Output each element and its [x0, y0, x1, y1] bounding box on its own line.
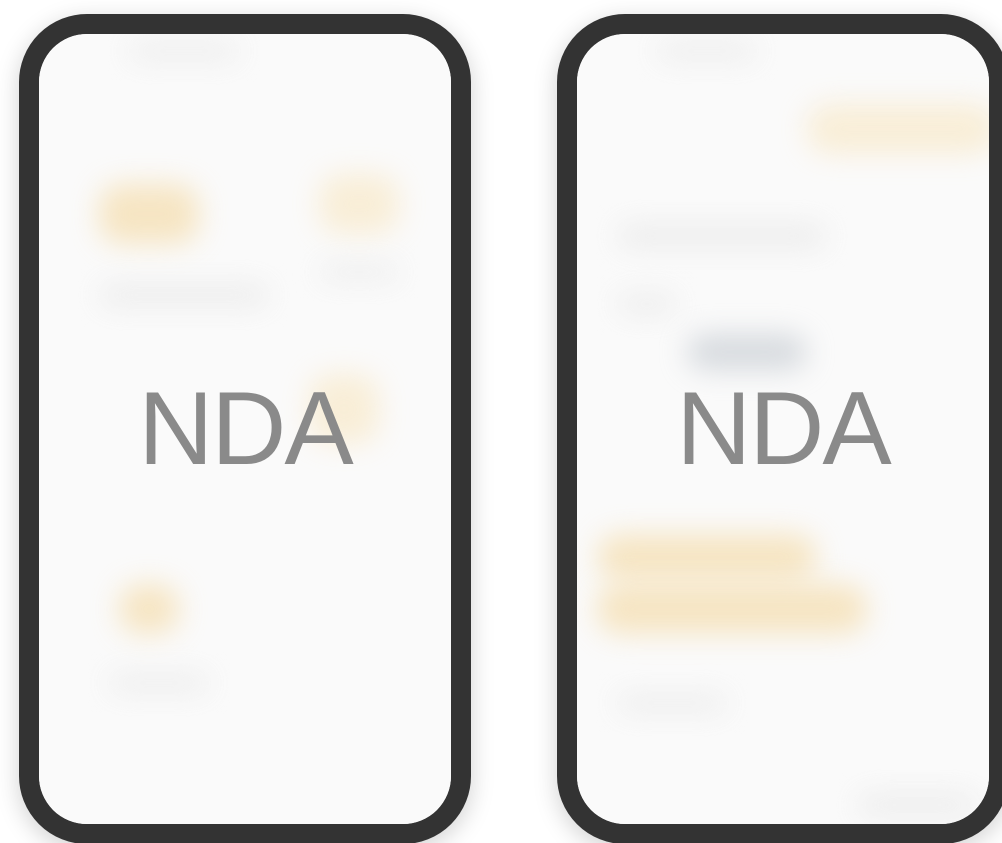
- blurred-text-line: [617, 224, 827, 248]
- blurred-banner: [807, 104, 989, 154]
- blurred-card: [99, 184, 199, 244]
- blurred-app-screen: NDA: [39, 34, 451, 824]
- nda-overlay-text: NDA: [138, 371, 354, 487]
- phone-mockup-right: NDA: [557, 14, 1002, 843]
- blurred-card: [319, 174, 399, 234]
- blurred-card: [119, 584, 179, 634]
- blurred-text-line: [617, 694, 727, 712]
- blurred-text-line: [617, 294, 677, 314]
- blurred-header: [129, 42, 239, 60]
- blurred-header: [657, 42, 757, 60]
- blurred-button: [687, 334, 807, 370]
- phone-mockup-left: NDA: [19, 14, 471, 843]
- nda-overlay-text: NDA: [676, 371, 892, 487]
- blurred-banner: [597, 534, 817, 580]
- blurred-text-line: [857, 794, 977, 816]
- blurred-app-screen: NDA: [577, 34, 989, 824]
- blurred-banner: [597, 584, 867, 634]
- blurred-text-line: [99, 284, 269, 306]
- blurred-text-line: [109, 674, 209, 692]
- blurred-text-line: [319, 264, 399, 280]
